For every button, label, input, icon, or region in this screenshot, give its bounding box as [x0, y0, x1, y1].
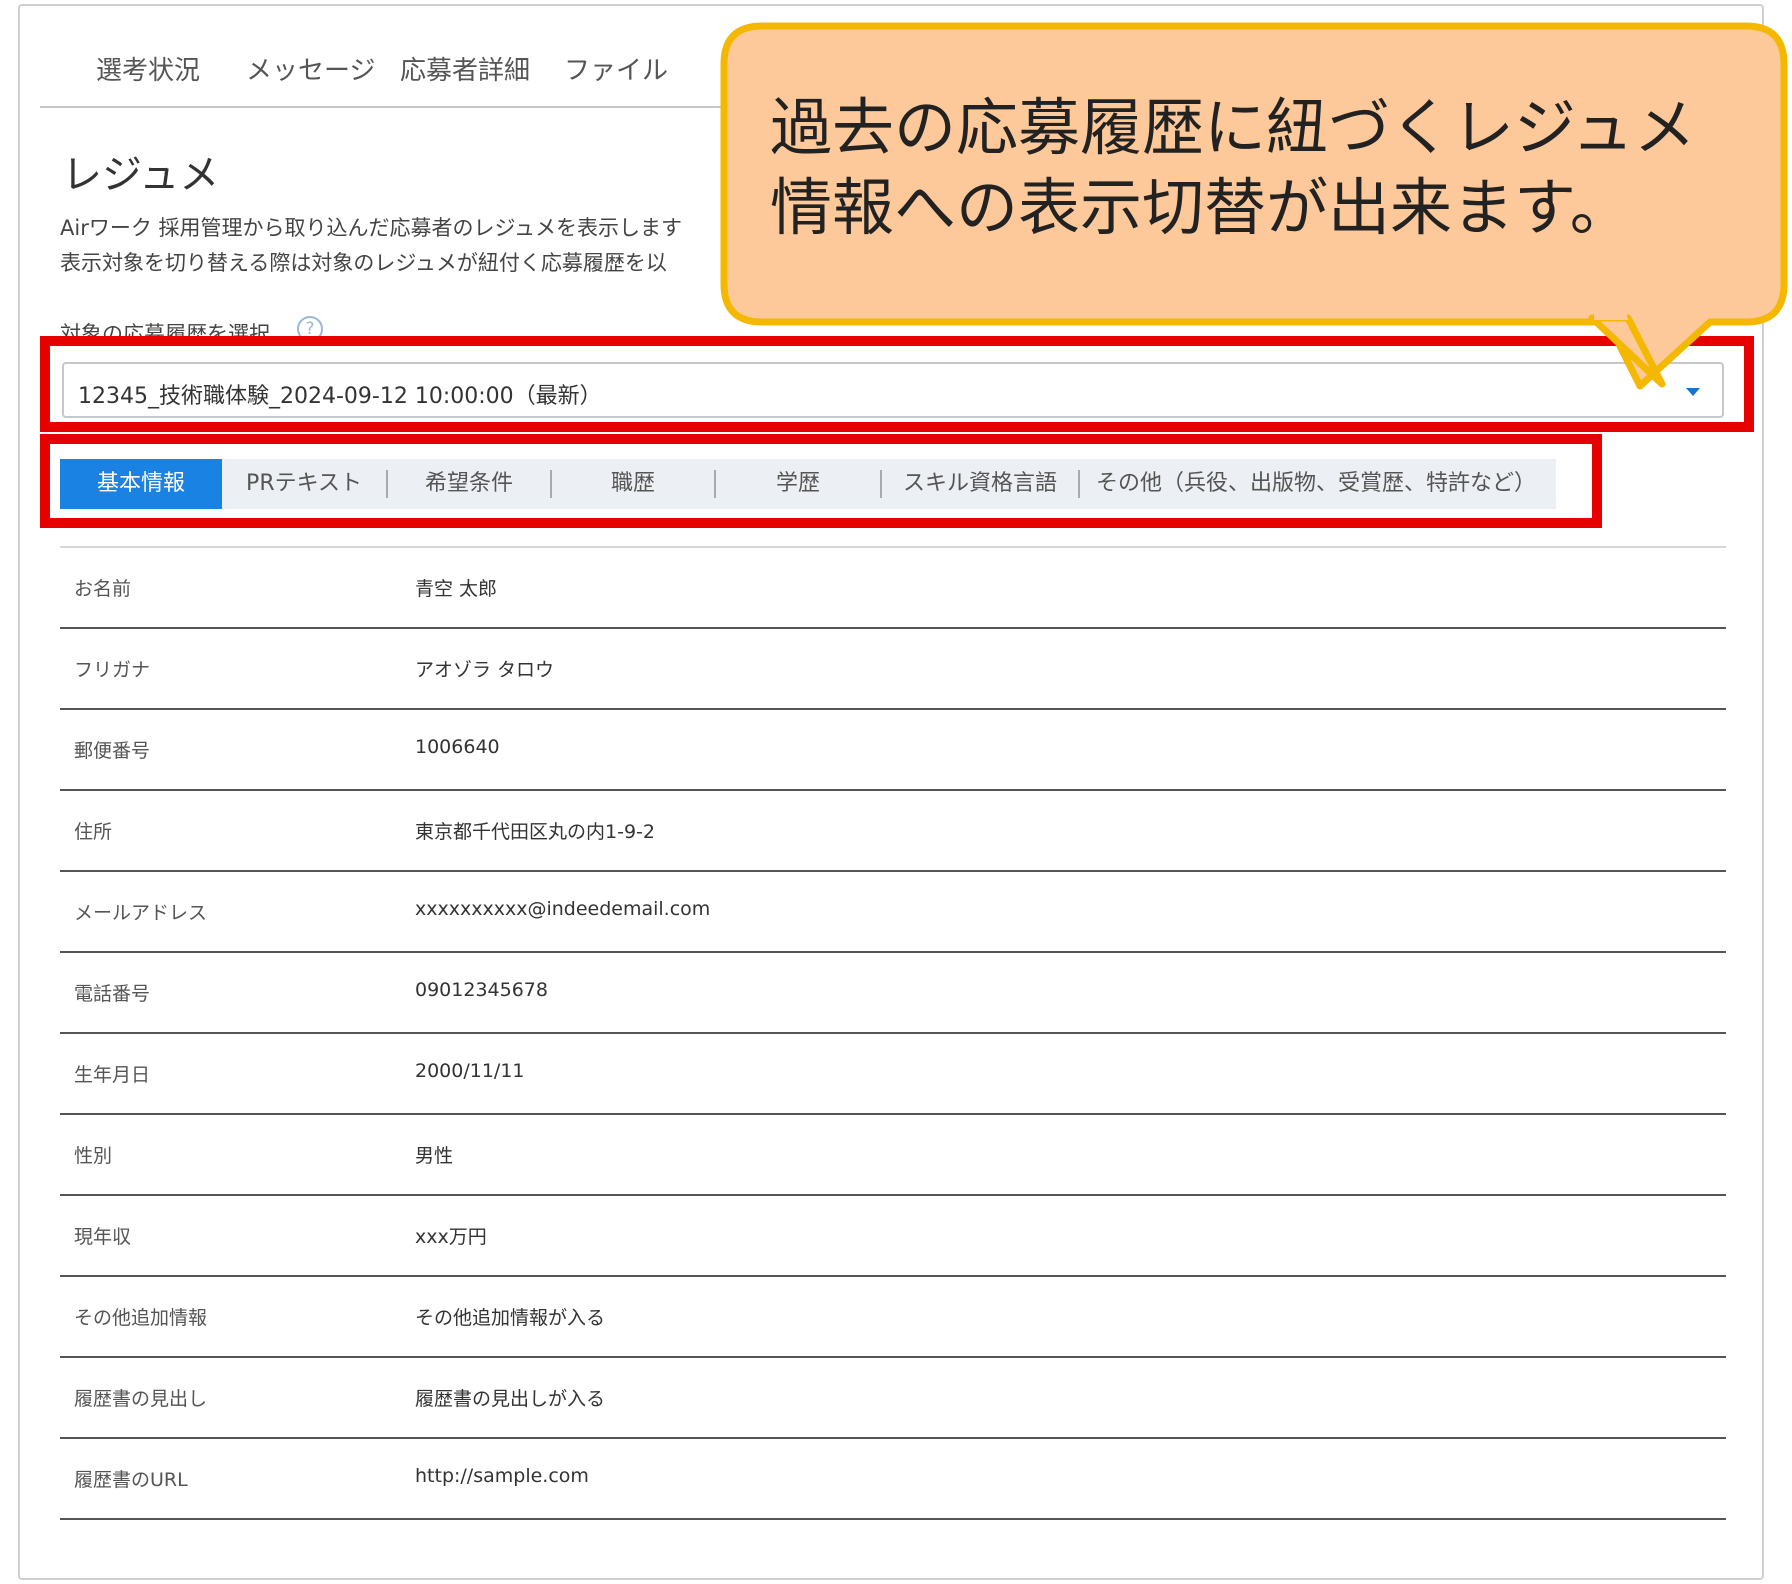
callout-pointer-join	[1594, 312, 1628, 320]
table-row: 電話番号 09012345678	[60, 953, 1726, 1034]
description-line-1: Airワーク 採用管理から取り込んだ応募者のレジュメを表示します	[60, 216, 683, 240]
callout-line-1: 過去の応募履歴に紐づくレジュメ	[770, 91, 1696, 164]
row-label: その他追加情報	[74, 1307, 208, 1329]
table-row: フリガナ アオゾラ タロウ	[60, 629, 1726, 710]
row-label: メールアドレス	[74, 902, 208, 924]
row-value: 履歴書の見出しが入る	[415, 1388, 606, 1410]
callout-pointer	[1588, 312, 1666, 388]
tab-selection-status[interactable]: 選考状況	[96, 50, 200, 87]
row-value: 2000/11/11	[415, 1060, 525, 1082]
row-value: 1006640	[415, 736, 500, 758]
row-label: お名前	[74, 578, 132, 600]
table-row: その他追加情報 その他追加情報が入る	[60, 1277, 1726, 1358]
row-label: 生年月日	[74, 1064, 151, 1086]
table-row: 生年月日 2000/11/11	[60, 1034, 1726, 1115]
row-label: 履歴書のURL	[74, 1469, 188, 1491]
description-line-2: 表示対象を切り替える際は対象のレジュメが紐付く応募履歴を以	[60, 251, 667, 275]
row-value: 青空 太郎	[415, 578, 498, 600]
callout-pointer-shape	[1588, 314, 1666, 388]
tabs-highlight-frame	[40, 434, 1602, 528]
row-value: xxx万円	[415, 1226, 487, 1248]
tab-files[interactable]: ファイル	[564, 50, 668, 87]
tab-applicant-details[interactable]: 応募者詳細	[400, 50, 530, 87]
row-label: 郵便番号	[74, 740, 151, 762]
callout-text: 過去の応募履歴に紐づくレジュメ 情報への表示切替が出来ます。	[770, 88, 1696, 248]
row-label: 履歴書の見出し	[74, 1388, 208, 1410]
row-value: 東京都千代田区丸の内1-9-2	[415, 821, 655, 843]
row-label: 住所	[74, 821, 113, 843]
table-row: 現年収 xxx万円	[60, 1196, 1726, 1277]
row-label: 性別	[74, 1145, 113, 1167]
row-value: アオゾラ タロウ	[415, 659, 555, 681]
table-row: 住所 東京都千代田区丸の内1-9-2	[60, 791, 1726, 872]
row-value: 男性	[415, 1145, 454, 1167]
row-label: 電話番号	[74, 983, 151, 1005]
row-value[interactable]: http://sample.com	[415, 1465, 589, 1487]
row-value: xxxxxxxxxx@indeedemail.com	[415, 898, 711, 920]
table-row: お名前 青空 太郎	[60, 548, 1726, 629]
row-label: 現年収	[74, 1226, 132, 1248]
row-label: フリガナ	[74, 659, 151, 681]
table-row: 履歴書のURL http://sample.com	[60, 1439, 1726, 1520]
table-row: 性別 男性	[60, 1115, 1726, 1196]
table-row: メールアドレス xxxxxxxxxx@indeedemail.com	[60, 872, 1726, 953]
row-value: その他追加情報が入る	[415, 1307, 606, 1329]
table-row: 郵便番号 1006640	[60, 710, 1726, 791]
tab-messages[interactable]: メッセージ	[246, 50, 375, 87]
page-title: レジュメ	[62, 152, 220, 198]
select-highlight-frame	[40, 336, 1754, 432]
resume-basic-info-table: お名前 青空 太郎 フリガナ アオゾラ タロウ 郵便番号 1006640 住所 東京都千…	[60, 546, 1726, 1520]
table-row: 履歴書の見出し 履歴書の見出しが入る	[60, 1358, 1726, 1439]
row-value: 09012345678	[415, 979, 548, 1001]
callout-line-2: 情報への表示切替が出来ます。	[770, 171, 1632, 244]
